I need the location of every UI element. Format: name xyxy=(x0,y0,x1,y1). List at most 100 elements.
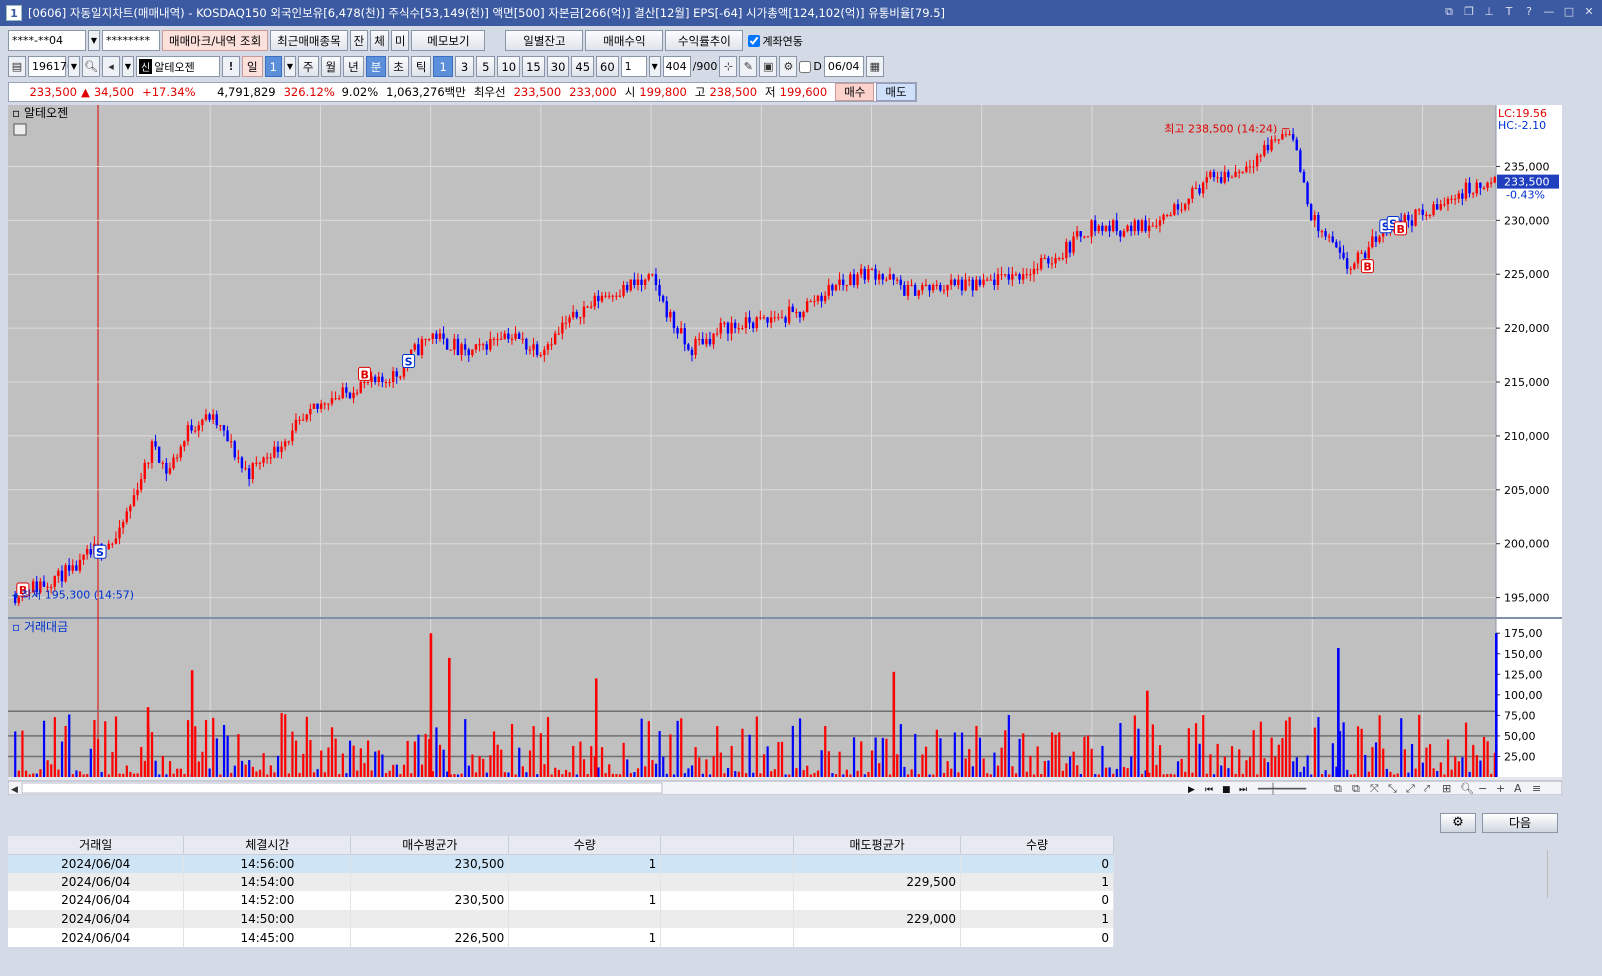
period-second-button[interactable]: 초 xyxy=(388,56,409,77)
candle-body xyxy=(741,328,744,330)
warning-icon[interactable]: ! xyxy=(222,56,240,77)
chart-svg[interactable]: 06/0306/0409:3010:0010:3011:0011:3012:00… xyxy=(7,105,1563,796)
save-icon[interactable]: ▣ xyxy=(759,56,778,77)
account-dropdown-icon[interactable]: ▼ xyxy=(88,30,100,51)
period-day-button[interactable]: 일 xyxy=(242,56,263,77)
pin-icon[interactable]: ⊥ xyxy=(1482,4,1496,20)
table-row[interactable]: 2024/06/04 14:54:00 229,500 1 xyxy=(8,872,1114,892)
close-icon[interactable]: ✕ xyxy=(1582,4,1596,20)
return-trend-button[interactable]: 수익률추이 xyxy=(665,30,744,51)
chart-tool-icon[interactable]: ⧉ xyxy=(1334,782,1342,795)
calendar-icon[interactable]: ▦ xyxy=(865,56,884,77)
chart-tool-icon[interactable]: ⤢ xyxy=(1406,782,1415,795)
period-month-button[interactable]: 월 xyxy=(320,56,342,77)
bar-count-field[interactable]: 404 xyxy=(662,56,691,77)
table-scrollbar[interactable] xyxy=(1547,850,1555,898)
drawing-tool-icon[interactable]: ✎ xyxy=(739,56,758,77)
minute-3-button[interactable]: 3 xyxy=(454,56,475,77)
search-icon[interactable]: 🔍︎ xyxy=(82,56,100,77)
period-dropdown-icon[interactable]: ▼ xyxy=(283,56,296,77)
minute-15-button[interactable]: 15 xyxy=(522,56,545,77)
executed-button[interactable]: 체 xyxy=(370,30,389,51)
chart-tool-icon[interactable]: 🔍︎ xyxy=(1460,782,1474,795)
memo-view-button[interactable]: 메모보기 xyxy=(411,30,486,51)
play-icon[interactable]: ▶ xyxy=(1188,785,1195,795)
table-row[interactable]: 2024/06/04 14:45:00 226,500 1 0 xyxy=(8,928,1114,947)
chart-tool-icon[interactable]: A xyxy=(1514,782,1522,795)
chart-scroll-thumb[interactable] xyxy=(21,782,663,794)
window-copy-icon[interactable]: ❐ xyxy=(1462,4,1476,20)
password-field[interactable]: ******** xyxy=(102,30,160,51)
chart-table-icon[interactable] xyxy=(13,123,27,136)
table-row[interactable]: 2024/06/04 14:56:00 230,500 1 0 xyxy=(8,854,1114,873)
buy-button[interactable]: 매수 xyxy=(835,83,875,101)
daily-balance-button[interactable]: 일별잔고 xyxy=(505,30,584,51)
credit-badge: 신 xyxy=(139,59,153,74)
chart-area[interactable]: 06/0306/0409:3010:0010:3011:0011:3012:00… xyxy=(7,105,1563,796)
help-icon[interactable]: ? xyxy=(1522,4,1536,20)
code-dropdown-icon[interactable]: ▼ xyxy=(68,56,80,77)
rewind-icon[interactable]: ⏮ xyxy=(1205,785,1213,795)
interval-field[interactable]: 1 xyxy=(620,56,647,77)
account-link-checkbox[interactable] xyxy=(748,34,761,47)
chart-tool-icon[interactable]: ⧉ xyxy=(1352,782,1360,795)
indicator-icon[interactable]: ⊹ xyxy=(719,56,738,77)
account-field[interactable]: ****-**04 xyxy=(8,30,86,51)
minute-5-button[interactable]: 5 xyxy=(476,56,496,77)
table-settings-gear-icon[interactable]: ⚙ xyxy=(1440,813,1476,833)
minute-60-button[interactable]: 60 xyxy=(596,56,619,77)
fast-forward-icon[interactable]: ⏭ xyxy=(1239,785,1247,795)
minimize-icon[interactable]: — xyxy=(1542,4,1556,20)
layout-icon[interactable]: ▤ xyxy=(8,56,26,77)
chart-tool-icon[interactable]: ⊞ xyxy=(1442,782,1451,795)
trade-mark-query-button[interactable]: 매매마크/내역 조회 xyxy=(162,30,269,51)
date-checkbox[interactable] xyxy=(799,60,812,73)
stock-code-field[interactable]: 196170 xyxy=(28,56,74,77)
chart-tool-icon[interactable]: − xyxy=(1478,782,1487,795)
col-trade-date[interactable]: 거래일 xyxy=(8,836,185,855)
col-sell-avg[interactable]: 매도평균가 xyxy=(793,836,962,855)
sell-button[interactable]: 매도 xyxy=(876,83,916,101)
table-row[interactable]: 2024/06/04 14:50:00 229,000 1 xyxy=(8,909,1114,929)
col-buy-avg[interactable]: 매수평균가 xyxy=(350,836,510,855)
col-sell-qty[interactable]: 수량 xyxy=(960,836,1114,855)
unfilled-button[interactable]: 미 xyxy=(390,30,410,51)
settings-gear-icon[interactable]: ⚙ xyxy=(779,56,798,77)
minute-45-button[interactable]: 45 xyxy=(571,56,595,77)
table-row[interactable]: 2024/06/04 14:52:00 230,500 1 0 xyxy=(8,891,1114,910)
recent-trades-button[interactable]: 최근매매종목 xyxy=(270,30,348,51)
speaker-icon[interactable]: ◂ xyxy=(102,56,120,77)
chart-tool-icon[interactable]: + xyxy=(1496,782,1505,795)
stop-icon[interactable]: ■ xyxy=(1222,785,1231,795)
date-field[interactable]: 06/04 xyxy=(823,56,864,77)
period-tick-button[interactable]: 틱 xyxy=(410,56,432,77)
chart-tool-icon[interactable]: ⤤ xyxy=(1424,782,1430,795)
balance-button[interactable]: 잔 xyxy=(349,30,369,51)
candle-body xyxy=(881,274,884,280)
maximize-icon[interactable]: □ xyxy=(1562,4,1576,20)
volume-pane-bg[interactable] xyxy=(8,619,1496,777)
period-year-button[interactable]: 년 xyxy=(343,56,364,77)
chart-tool-icon[interactable]: ≡ xyxy=(1532,782,1541,795)
account-link-toggle[interactable]: 계좌연동 xyxy=(748,33,803,49)
col-buy-qty[interactable]: 수량 xyxy=(508,836,662,855)
col-exec-time[interactable]: 체결시간 xyxy=(183,836,352,855)
stock-name-field[interactable]: 신 알테오젠 xyxy=(136,56,220,77)
period-minute-button[interactable]: 분 xyxy=(365,56,387,77)
minute-1-button[interactable]: 1 xyxy=(433,56,453,77)
interval-dropdown-icon[interactable]: ▼ xyxy=(648,56,661,77)
window-restore-icon[interactable]: ⧉ xyxy=(1442,4,1456,20)
chart-tool-icon[interactable]: ⤧ xyxy=(1370,782,1379,795)
speaker-dropdown-icon[interactable]: ▼ xyxy=(122,56,134,77)
minute-10-button[interactable]: 10 xyxy=(497,56,521,77)
next-button[interactable]: 다음 xyxy=(1482,813,1558,833)
minute-30-button[interactable]: 30 xyxy=(546,56,570,77)
chart-tool-icon[interactable]: ⤡ xyxy=(1388,782,1397,795)
trade-profit-button[interactable]: 매매수익 xyxy=(585,30,664,51)
scroll-left-icon[interactable]: ◀ xyxy=(11,785,18,795)
zoom-slider-icon[interactable]: ━━┿━━━━━ xyxy=(1257,782,1307,795)
text-icon[interactable]: T xyxy=(1502,4,1516,20)
period-week-button[interactable]: 주 xyxy=(297,56,319,77)
price-pane-bg[interactable] xyxy=(8,105,1496,617)
period-num-field[interactable]: 1 xyxy=(264,56,282,77)
